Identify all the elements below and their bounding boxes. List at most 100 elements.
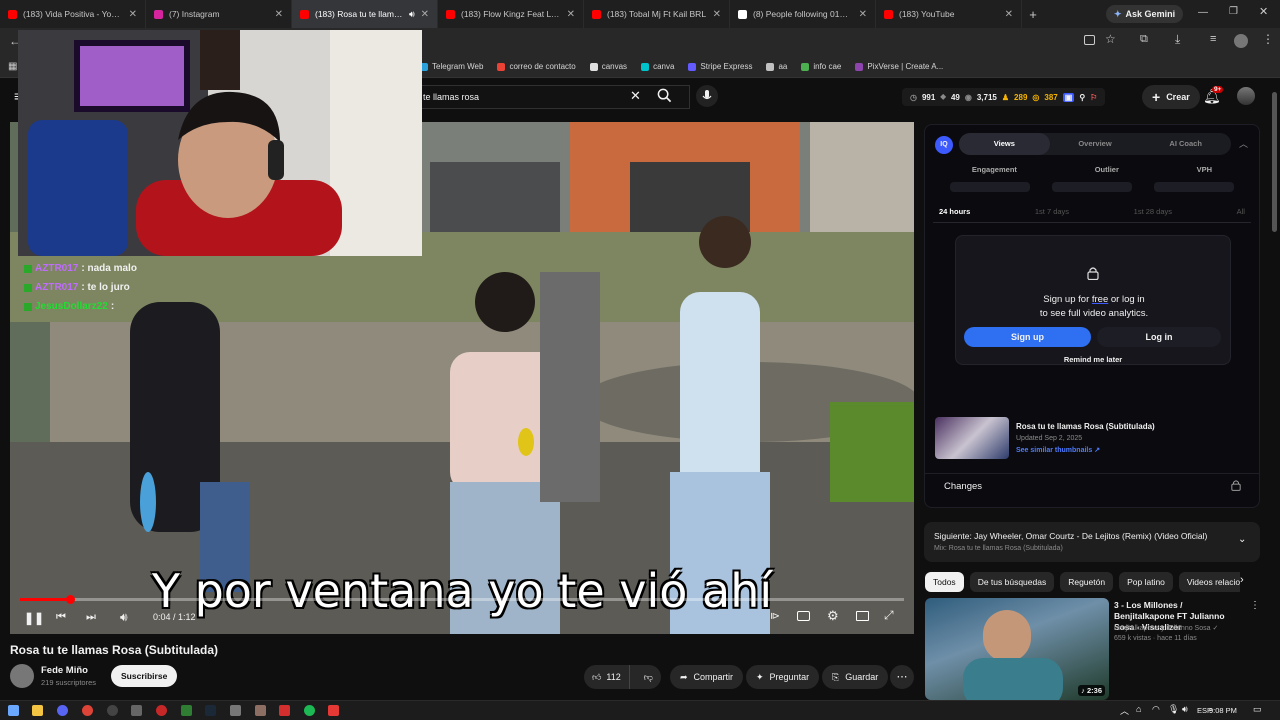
wifi-icon[interactable]: ◠: [1152, 704, 1160, 715]
tab-close-icon[interactable]: ✕: [859, 9, 867, 20]
browser-tab[interactable]: (7) Instagram ✕: [146, 0, 292, 28]
next-button[interactable]: ⏭︎: [86, 611, 96, 624]
browser-tab[interactable]: (183) YouTube ✕: [876, 0, 1022, 28]
bookmark-item[interactable]: info cae: [801, 62, 841, 71]
tray-chevron-icon[interactable]: ︿: [1120, 704, 1129, 717]
chat-user[interactable]: AZTR017: [35, 282, 78, 293]
miniplayer-icon[interactable]: [856, 611, 869, 621]
filter-chip[interactable]: Reguetón: [1060, 572, 1114, 592]
minimize-button[interactable]: —: [1198, 7, 1208, 18]
changes-row[interactable]: Changes: [925, 473, 1259, 497]
create-button[interactable]: + Crear: [1142, 85, 1200, 109]
share-button[interactable]: ➦ Compartir: [670, 665, 744, 689]
captions-icon[interactable]: [797, 611, 810, 621]
rec-thumbnail[interactable]: ♪ 2:36: [925, 598, 1109, 700]
close-window-button[interactable]: ✕: [1259, 5, 1268, 18]
expand-chevron-icon[interactable]: ⌄: [1238, 534, 1246, 545]
app-icon-6[interactable]: [279, 705, 290, 716]
tab-close-icon[interactable]: ✕: [1005, 9, 1013, 20]
app-icon-2[interactable]: [156, 705, 167, 716]
similar-thumbnails-link[interactable]: See similar thumbnails ↗: [1016, 446, 1100, 454]
ask-button[interactable]: ✦ Preguntar: [746, 665, 820, 689]
up-next-mix[interactable]: Siguiente: Jay Wheeler, Omar Courtz - De…: [924, 522, 1260, 562]
autoplay-icon[interactable]: ⧐: [770, 611, 780, 622]
browser-tab[interactable]: (183) Rosa tu te llamas Rosa 🔊︎ ✕: [292, 0, 438, 28]
search-input[interactable]: te llamas rosa: [420, 85, 690, 109]
app-icon-7[interactable]: [328, 705, 339, 716]
signup-button[interactable]: Sign up: [964, 327, 1091, 347]
speaker-icon[interactable]: 🔊︎: [1182, 704, 1188, 715]
bookmark-item[interactable]: Telegram Web: [420, 62, 483, 71]
previous-button[interactable]: ⏮︎: [56, 611, 66, 624]
bookmark-item[interactable]: Stripe Express: [688, 62, 752, 71]
clear-search-icon[interactable]: ✕: [630, 88, 641, 104]
app-icon-4[interactable]: [230, 705, 241, 716]
analytics-tab[interactable]: Views: [959, 133, 1050, 155]
time-range-tab[interactable]: 1st 7 days: [1035, 207, 1069, 216]
filter-chip[interactable]: De tus búsquedas: [969, 572, 1055, 592]
apps-grid-icon[interactable]: ▦: [8, 61, 17, 72]
ask-gemini-button[interactable]: ✦ Ask Gemini: [1106, 5, 1184, 23]
time-range-tab[interactable]: 1st 28 days: [1134, 207, 1172, 216]
page-scrollbar[interactable]: [1272, 92, 1277, 232]
new-tab-button[interactable]: +: [1022, 7, 1044, 22]
bookmark-item[interactable]: canvas: [589, 62, 627, 71]
discord-icon[interactable]: [57, 705, 68, 716]
maximize-button[interactable]: ❐: [1229, 6, 1238, 17]
file-explorer-icon[interactable]: [32, 705, 43, 716]
steam-icon[interactable]: [205, 705, 216, 716]
network-icon[interactable]: ⌂: [1136, 704, 1141, 714]
chat-user[interactable]: AZTR017: [35, 263, 78, 274]
obs-icon[interactable]: [107, 705, 118, 716]
reading-list-icon[interactable]: ≡: [1210, 33, 1216, 45]
notification-center-icon[interactable]: ▭: [1253, 704, 1262, 715]
install-icon[interactable]: [1084, 35, 1095, 45]
progress-bar[interactable]: [20, 595, 904, 604]
bookmark-star-icon[interactable]: ☆: [1105, 32, 1116, 46]
save-button[interactable]: ⎘ Guardar: [822, 665, 889, 689]
remind-later-link[interactable]: Remind me later: [925, 355, 1261, 364]
analytics-video-thumbnail[interactable]: [935, 417, 1009, 459]
channel-avatar[interactable]: [10, 664, 34, 688]
app-icon-3[interactable]: [181, 705, 192, 716]
time-range-tab[interactable]: All: [1237, 207, 1245, 216]
spotify-icon[interactable]: [304, 705, 315, 716]
channel-name[interactable]: Fede Miño: [41, 665, 88, 676]
fullscreen-icon[interactable]: ⤢: [884, 608, 894, 623]
tab-close-icon[interactable]: ✕: [421, 9, 429, 20]
analytics-tab[interactable]: Overview: [1050, 133, 1141, 155]
app-icon-5[interactable]: [255, 705, 266, 716]
search-icon[interactable]: [657, 88, 672, 103]
pause-button[interactable]: ❚❚: [24, 611, 44, 625]
tab-close-icon[interactable]: ✕: [129, 9, 137, 20]
download-icon[interactable]: ⤓: [1175, 32, 1180, 47]
app-icon-1[interactable]: [131, 705, 142, 716]
filter-chip[interactable]: Videos relacio: [1178, 572, 1240, 592]
time-range-tab[interactable]: 24 hours: [939, 207, 970, 216]
free-link[interactable]: free: [1092, 294, 1108, 305]
voice-search-icon[interactable]: [696, 85, 718, 107]
filter-chip[interactable]: Todos: [925, 572, 964, 592]
browser-tab[interactable]: (8) People following 017pip ✕: [730, 0, 876, 28]
volume-icon[interactable]: 🔊︎: [120, 610, 128, 625]
analytics-tab[interactable]: AI Coach: [1140, 133, 1231, 155]
dislike-button[interactable]: 👎︎: [636, 672, 661, 683]
menu-dots-icon[interactable]: ⋮: [1262, 32, 1274, 46]
profile-avatar[interactable]: [1234, 34, 1248, 48]
login-button[interactable]: Log in: [1097, 327, 1221, 347]
bookmark-item[interactable]: correo de contacto: [497, 62, 576, 71]
like-button[interactable]: 👍︎ 112: [584, 665, 630, 689]
browser-tab[interactable]: (183) Tobal Mj Ft Kail BRL ✕: [584, 0, 730, 28]
subscribe-button[interactable]: Suscribirse: [111, 665, 178, 687]
collapse-chevron-icon[interactable]: ︿: [1239, 137, 1248, 150]
bookmark-item[interactable]: canva: [641, 62, 674, 71]
filter-chip[interactable]: Pop latino: [1119, 572, 1173, 592]
chips-next-arrow-icon[interactable]: ›: [1240, 574, 1244, 586]
browser-tab[interactable]: (183) Flow Kingz Feat Lyng ✕: [438, 0, 584, 28]
more-actions-button[interactable]: ⋯: [890, 665, 914, 689]
tab-close-icon[interactable]: ✕: [275, 9, 283, 20]
extensions-icon[interactable]: ⧉: [1140, 33, 1148, 46]
mic-icon[interactable]: 🎙︎: [1168, 704, 1179, 715]
recommended-video[interactable]: ♪ 2:36 3 - Los Millones / Benjitalkapone…: [924, 597, 1260, 700]
chrome-icon[interactable]: [82, 705, 93, 716]
